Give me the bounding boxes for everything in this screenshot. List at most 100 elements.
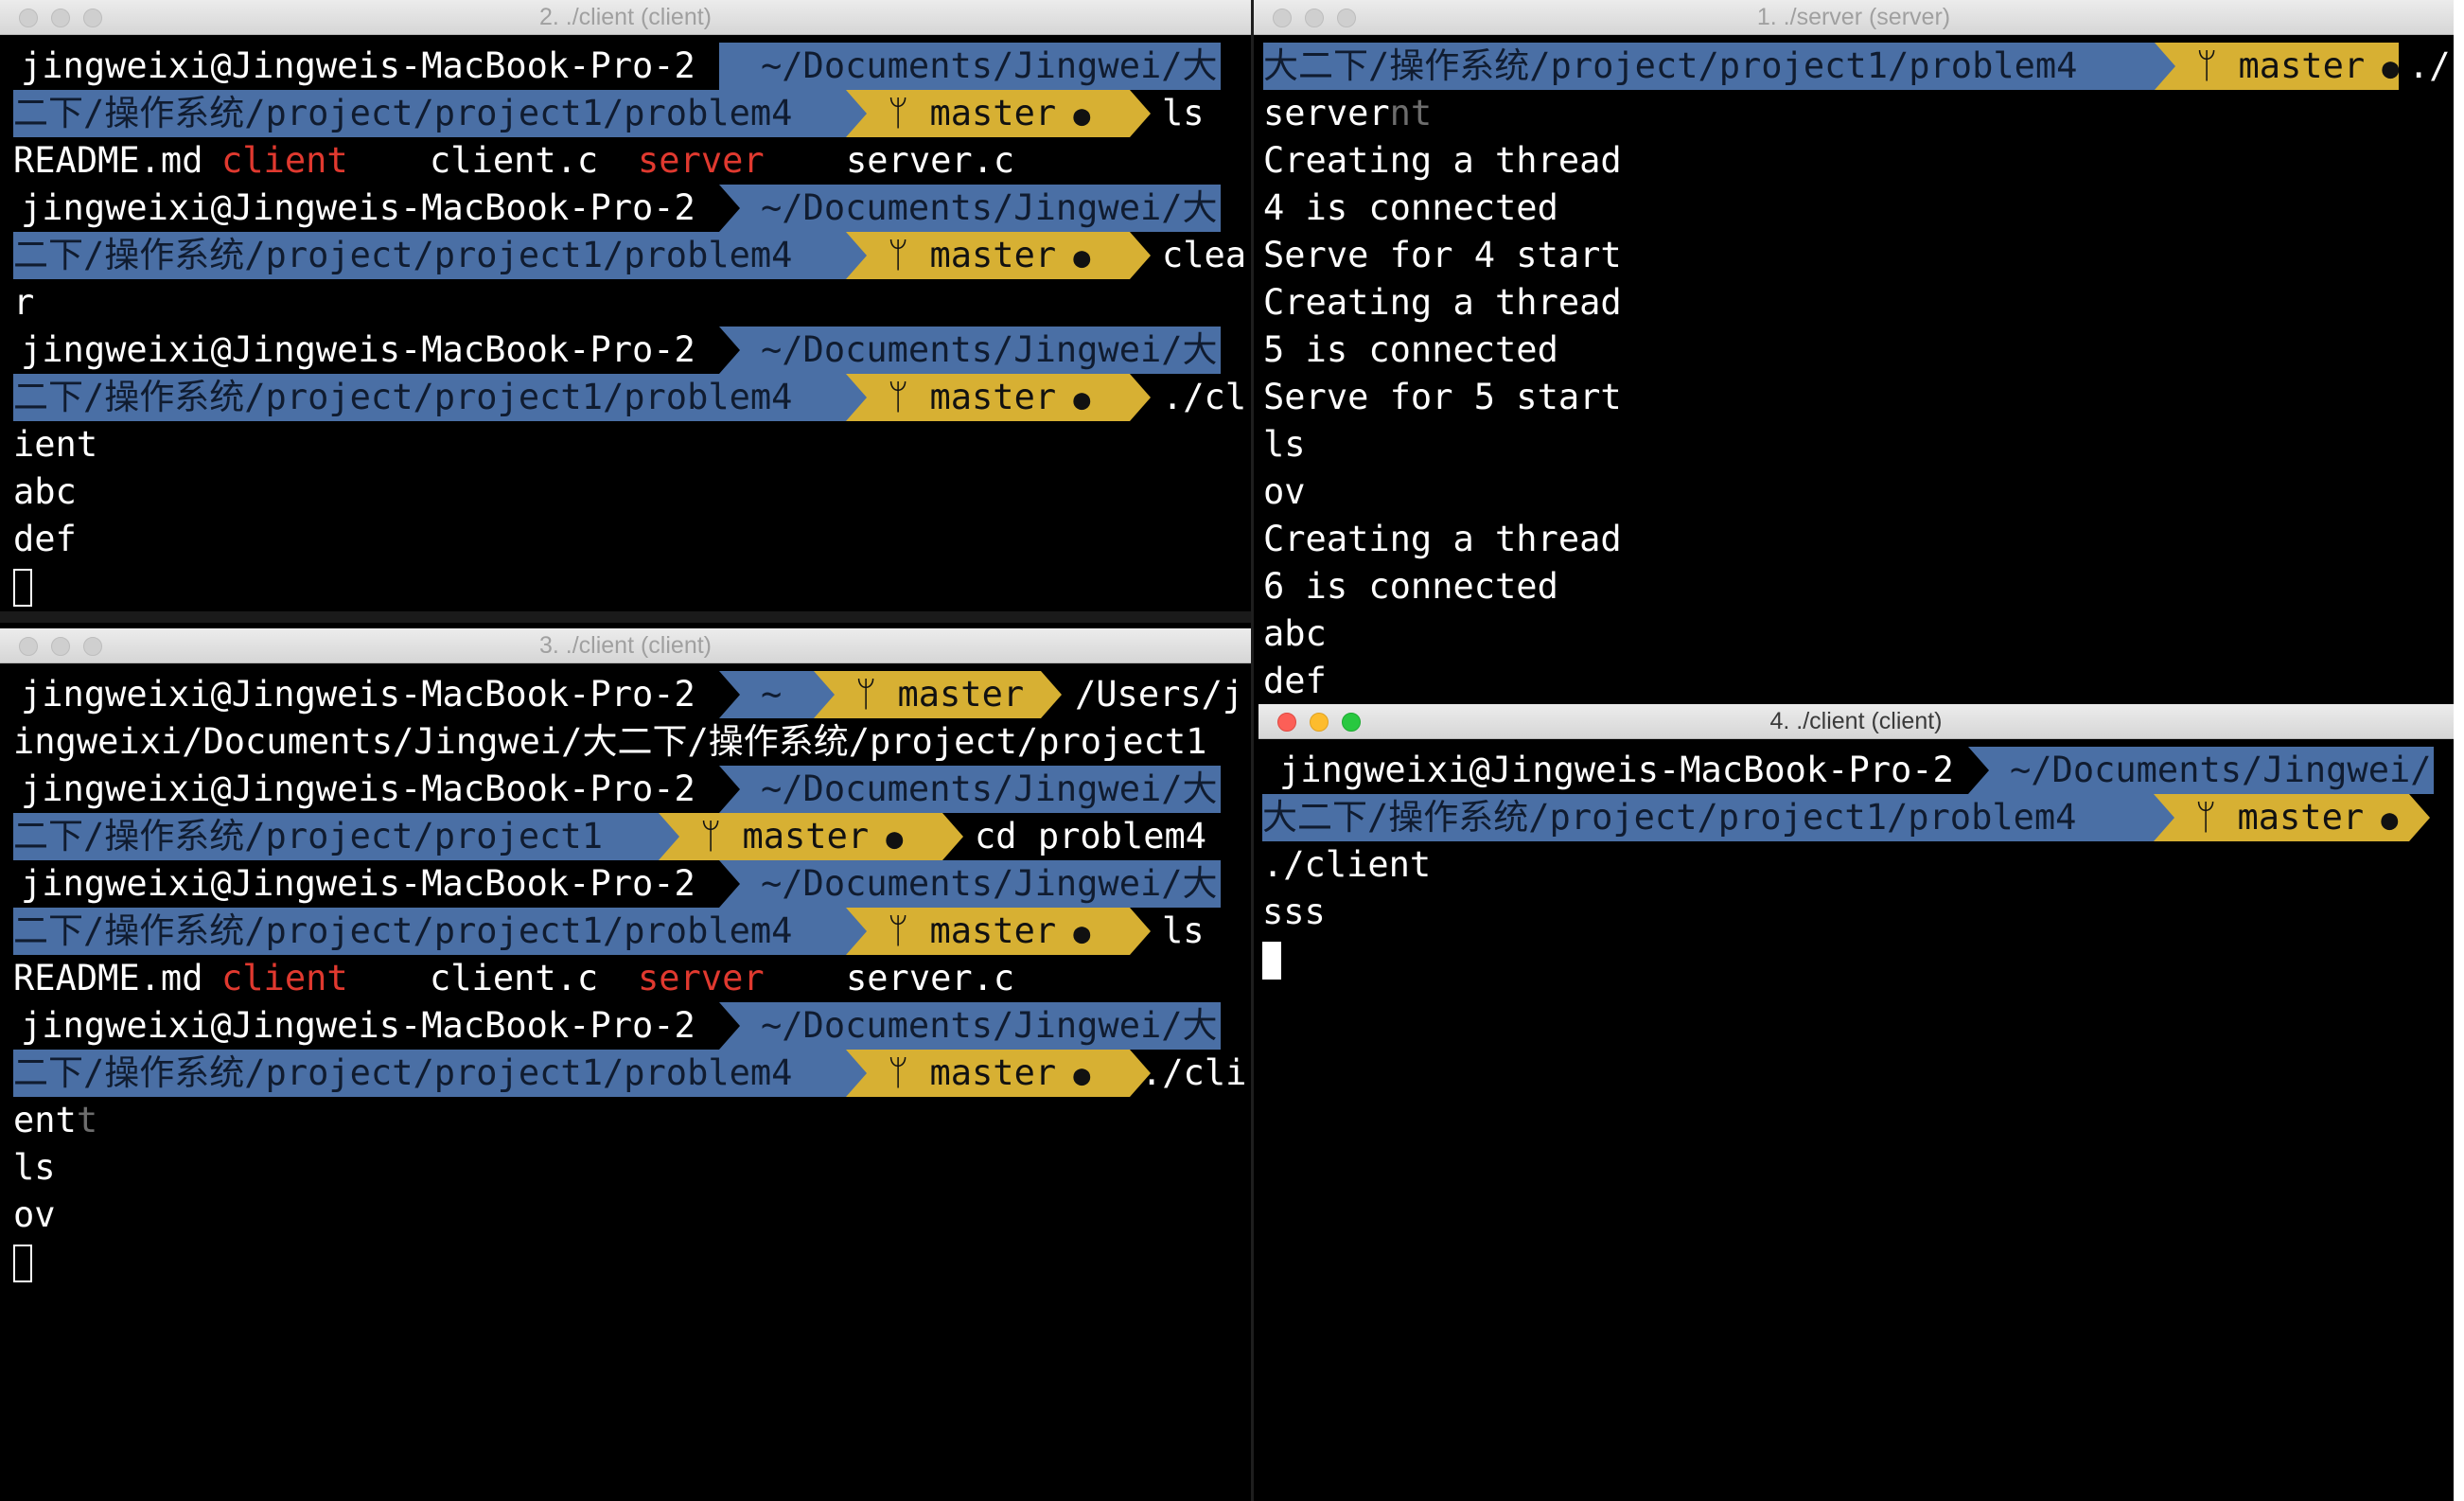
terminal-window-4[interactable]: 4. ./client (client) jingweixi@Jingweis-…: [1258, 704, 2454, 1501]
git-branch: ᛘ master ●: [846, 90, 1130, 137]
git-branch: ᛘ master ●: [659, 813, 942, 860]
output-line: abc: [1254, 610, 2454, 658]
output-line: Serve for 5 start: [1254, 374, 2454, 421]
command: ./cl: [1162, 377, 1247, 417]
output-text: Serve for 5 start: [1263, 377, 1622, 417]
cursor-line: [1258, 936, 2454, 983]
title-bar[interactable]: 2. ./client (client): [0, 0, 1251, 35]
window-title: 1. ./server (server): [1756, 4, 1951, 30]
prompt-line: 二下/操作系统/project/project1/problem4 ᛘ mast…: [0, 232, 1251, 279]
window-title: 4. ./client (client): [1769, 708, 1943, 734]
file-name: server: [638, 140, 765, 181]
prompt-path: ~/Documents/Jingwei/大: [719, 43, 1221, 90]
branch-icon: ᛘ: [2195, 797, 2238, 838]
prompt-path: 二下/操作系统/project/project1/problem4: [13, 1050, 846, 1097]
prompt-line: 二下/操作系统/project/project1/problem4 ᛘ mast…: [0, 90, 1251, 137]
branch-icon: ᛘ: [855, 674, 898, 715]
branch-icon: ᛘ: [888, 1052, 930, 1093]
background-window-edge: [2454, 0, 2464, 1501]
terminal-output[interactable]: jingweixi@Jingweis-MacBook-Pro-2 ~ ᛘ mas…: [0, 663, 1251, 1501]
output-text: abc: [13, 471, 77, 512]
terminal-output[interactable]: jingweixi@Jingweis-MacBook-Pro-2 ~/Docum…: [0, 35, 1251, 611]
file-name: client.c: [430, 958, 599, 998]
output-line: sss: [1258, 889, 2454, 936]
command: entt: [13, 1100, 98, 1140]
terminal-window-1[interactable]: 1. ./server (server) 大二下/操作系统/project/pr…: [1254, 0, 2454, 704]
branch-icon: ᛘ: [2196, 45, 2239, 86]
terminal-window-3[interactable]: 3. ./client (client) jingweixi@Jingweis-…: [0, 628, 1251, 1501]
dirty-dot-icon: ●: [2364, 803, 2399, 837]
prompt-path: 二下/操作系统/project/project1: [13, 813, 659, 860]
file-name: server: [638, 958, 765, 998]
command-wrap: ient: [0, 421, 1251, 468]
prompt-user: jingweixi@Jingweis-MacBook-Pro-2: [21, 329, 695, 370]
pane-divider: [1251, 0, 1254, 1501]
file-name: client: [221, 958, 348, 998]
prompt-path: 二下/操作系统/project/project1/problem4: [13, 90, 846, 137]
output-line: def: [1254, 658, 2454, 704]
dirty-dot-icon: ●: [1056, 241, 1091, 274]
command: /Users/j: [1075, 674, 1244, 715]
prompt-path: ~/Documents/Jingwei/大: [719, 185, 1221, 232]
command: ./cli: [1141, 1052, 1247, 1093]
terminal-output[interactable]: 大二下/操作系统/project/project1/problem4 ᛘ mas…: [1254, 35, 2454, 704]
prompt-path: 二下/操作系统/project/project1/problem4: [13, 232, 846, 279]
prompt-line: jingweixi@Jingweis-MacBook-Pro-2 ~/Docum…: [0, 766, 1251, 813]
prompt-line: 大二下/操作系统/project/project1/problem4 ᛘ mas…: [1254, 43, 2454, 90]
prompt-line: 二下/操作系统/project/project1 ᛘ master ● cd p…: [0, 813, 1251, 860]
git-branch: ᛘ master ●: [846, 908, 1130, 955]
output-text: Serve for 4 start: [1263, 235, 1622, 275]
output-line: 6 is connected: [1254, 563, 2454, 610]
prompt-path: ~/Documents/Jingwei/大: [719, 1002, 1221, 1050]
dirty-dot-icon: ●: [2365, 52, 2400, 85]
output-text: abc: [1263, 613, 1327, 654]
output-text: sss: [1262, 892, 1326, 932]
branch-icon: ᛘ: [888, 93, 930, 133]
prompt-path: ~/Documents/Jingwei/: [1968, 747, 2434, 794]
title-bar[interactable]: 1. ./server (server): [1254, 0, 2454, 35]
file-name: client: [221, 140, 348, 181]
prompt-line: 二下/操作系统/project/project1/problem4 ᛘ mast…: [0, 374, 1251, 421]
prompt-line: jingweixi@Jingweis-MacBook-Pro-2 ~/Docum…: [0, 43, 1251, 90]
output-line: ov: [1254, 468, 2454, 516]
dirty-dot-icon: ●: [869, 822, 904, 856]
output-line: ls: [1254, 421, 2454, 468]
title-bar[interactable]: 4. ./client (client): [1258, 704, 2454, 739]
git-branch: ᛘ master: [814, 671, 1041, 718]
output-text: 6 is connected: [1263, 566, 1558, 607]
output-line: 5 is connected: [1254, 327, 2454, 374]
prompt-user: jingweixi@Jingweis-MacBook-Pro-2: [21, 45, 695, 86]
branch-icon: ᛘ: [888, 377, 930, 417]
prompt-user: jingweixi@Jingweis-MacBook-Pro-2: [1279, 750, 1954, 790]
prompt-user: jingweixi@Jingweis-MacBook-Pro-2: [21, 768, 695, 809]
file-name: README.md: [13, 958, 203, 998]
command-wrap: r: [0, 279, 1251, 327]
text-cursor: [13, 569, 32, 607]
command: ./client: [1262, 844, 1432, 885]
terminal-output[interactable]: jingweixi@Jingweis-MacBook-Pro-2 ~/Docum…: [1258, 739, 2454, 1501]
terminal-window-2[interactable]: 2. ./client (client) jingweixi@Jingweis-…: [0, 0, 1251, 611]
prompt-line: jingweixi@Jingweis-MacBook-Pro-2 ~/Docum…: [0, 1002, 1251, 1050]
prompt-user: jingweixi@Jingweis-MacBook-Pro-2: [21, 187, 695, 228]
prompt-path: ~/Documents/Jingwei/大: [719, 860, 1221, 908]
output-line: 4 is connected: [1254, 185, 2454, 232]
output-text: Creating a thread: [1263, 140, 1622, 181]
prompt-line: 二下/操作系统/project/project1/problem4 ᛘ mast…: [0, 1050, 1251, 1097]
title-bar[interactable]: 3. ./client (client): [0, 628, 1251, 663]
command: servernt: [1263, 93, 1433, 133]
output-text: 4 is connected: [1263, 187, 1558, 228]
prompt-line: jingweixi@Jingweis-MacBook-Pro-2 ~ ᛘ mas…: [0, 671, 1251, 718]
prompt-path: 大二下/操作系统/project/project1/problem4: [1263, 43, 2155, 90]
command-wrap: servernt: [1254, 90, 2454, 137]
output-text: def: [1263, 661, 1327, 701]
command: ls: [1162, 93, 1205, 133]
output-text: def: [13, 519, 77, 559]
prompt-line: 大二下/操作系统/project/project1/problem4 ᛘ mas…: [1258, 794, 2454, 841]
output-text: ov: [13, 1194, 56, 1235]
text-cursor: [13, 1245, 32, 1282]
output-text: Creating a thread: [1263, 519, 1622, 559]
prompt-line: jingweixi@Jingweis-MacBook-Pro-2 ~/Docum…: [0, 860, 1251, 908]
command-wrap: entt: [0, 1097, 1251, 1144]
command-wrap: ingweixi/Documents/Jingwei/大二下/操作系统/proj…: [0, 718, 1251, 766]
dirty-dot-icon: ●: [1056, 383, 1091, 416]
